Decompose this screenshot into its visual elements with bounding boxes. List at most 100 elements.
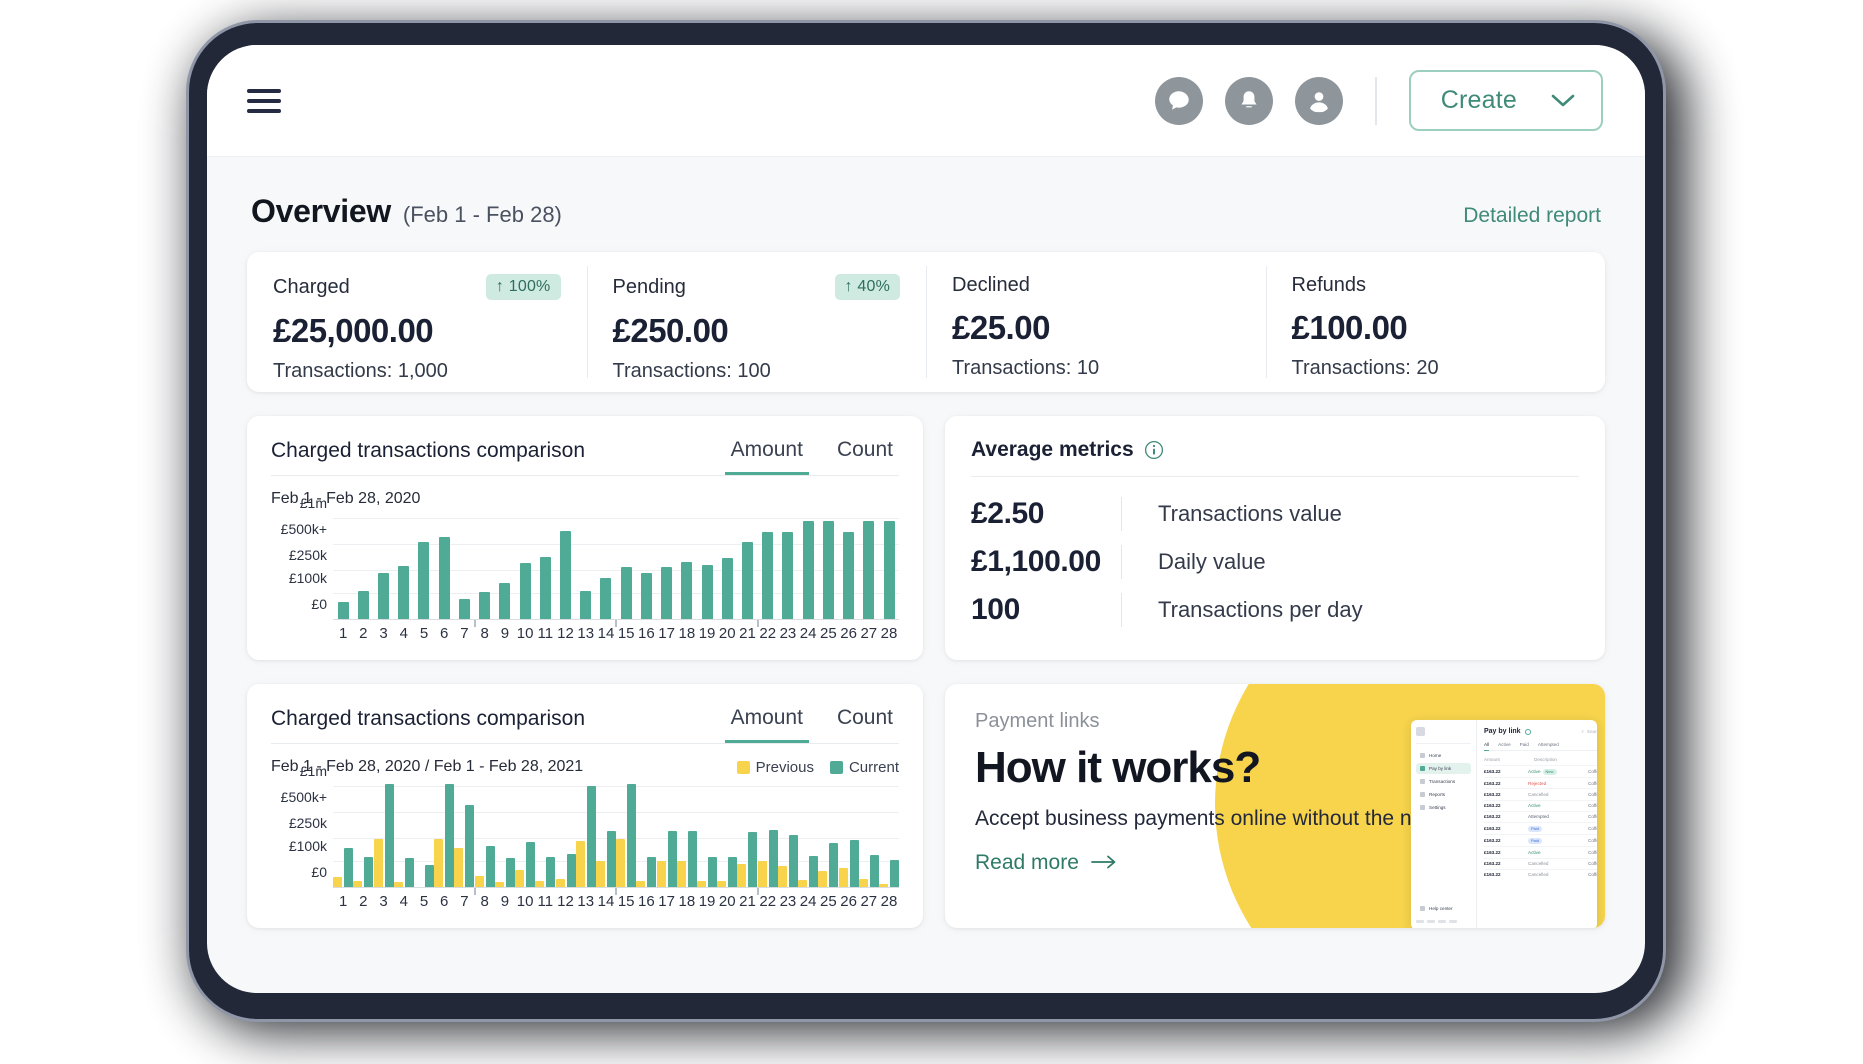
bar-current[interactable] xyxy=(883,521,895,620)
bar-current[interactable] xyxy=(505,857,515,888)
bar-current[interactable] xyxy=(829,843,839,888)
bar-group xyxy=(798,516,818,620)
bar-previous[interactable] xyxy=(737,864,747,888)
chart-x-axis-2: 1 2 3 4 5 6 7 8 9 10 11 12 13 14 15 16 17 18 19 20 21 22 23 24 2… xyxy=(333,893,899,910)
bar-current[interactable] xyxy=(404,857,414,888)
bar-current[interactable] xyxy=(728,856,738,888)
bell-icon[interactable] xyxy=(1224,76,1273,125)
status-badge: ↑ 100% xyxy=(485,274,561,300)
bar-current[interactable] xyxy=(600,578,612,620)
bar-current[interactable] xyxy=(458,599,470,620)
bar-current[interactable] xyxy=(566,853,576,888)
y-axis-tick: £500k+ xyxy=(280,521,327,538)
bar-previous[interactable] xyxy=(838,868,848,888)
bar-current[interactable] xyxy=(782,531,794,620)
bar-previous[interactable] xyxy=(575,841,585,888)
bar-previous[interactable] xyxy=(818,871,828,888)
bar-current[interactable] xyxy=(661,566,673,620)
bar-previous[interactable] xyxy=(373,839,383,888)
metric-row: £2.50 Transactions value xyxy=(971,496,1579,531)
tab-count[interactable]: Count xyxy=(831,438,899,475)
bar-previous[interactable] xyxy=(454,848,464,888)
bar-current[interactable] xyxy=(748,831,758,888)
search-icon: ⌕ xyxy=(1581,729,1584,734)
user-avatar-icon[interactable] xyxy=(1294,76,1343,125)
chart-card-comparison: Charged transactions comparison Amount C… xyxy=(247,684,923,928)
hamburger-icon[interactable] xyxy=(247,83,281,119)
info-icon[interactable] xyxy=(1144,440,1164,460)
bar-current[interactable] xyxy=(526,842,536,888)
bar-previous[interactable] xyxy=(757,860,767,888)
bar-current[interactable] xyxy=(384,784,394,888)
x-axis-tick: 7 xyxy=(460,893,469,910)
bar-previous[interactable] xyxy=(676,860,686,888)
x-axis-tick: 12 xyxy=(557,893,574,910)
bar-current[interactable] xyxy=(681,561,693,620)
bar-current[interactable] xyxy=(418,542,430,620)
bar-current[interactable] xyxy=(843,531,855,620)
bar-previous[interactable] xyxy=(616,839,626,888)
bar-current[interactable] xyxy=(627,784,637,888)
bar-current[interactable] xyxy=(869,854,879,888)
bar-current[interactable] xyxy=(640,573,652,620)
bar-current[interactable] xyxy=(465,804,475,888)
bar-current[interactable] xyxy=(378,573,390,620)
create-button[interactable]: Create xyxy=(1408,70,1603,131)
bar-current[interactable] xyxy=(788,834,798,888)
bar-current[interactable] xyxy=(485,846,495,888)
bar-current[interactable] xyxy=(822,521,834,620)
bar-current[interactable] xyxy=(539,556,551,620)
bar-current[interactable] xyxy=(560,530,572,620)
bar-group xyxy=(413,784,434,888)
tab-amount[interactable]: Amount xyxy=(724,438,809,475)
bar-current[interactable] xyxy=(519,562,531,620)
bar-current[interactable] xyxy=(445,784,455,888)
bar-group xyxy=(373,784,394,888)
bar-current[interactable] xyxy=(708,856,718,888)
bar-current[interactable] xyxy=(701,564,713,620)
tab-count[interactable]: Count xyxy=(831,706,899,743)
bar-current[interactable] xyxy=(398,565,410,620)
legend-item-previous: Previous xyxy=(736,759,814,776)
bar-current[interactable] xyxy=(863,521,875,620)
bar-current[interactable] xyxy=(802,521,814,620)
bar-current[interactable] xyxy=(344,848,354,888)
bar-current[interactable] xyxy=(721,557,733,620)
bar-current[interactable] xyxy=(337,602,349,620)
bar-current[interactable] xyxy=(357,590,369,620)
bar-current[interactable] xyxy=(647,856,657,888)
bar-current[interactable] xyxy=(606,830,616,888)
promo-card-payment-links[interactable]: Payment links How it works? Accept busin… xyxy=(945,684,1605,928)
bar-previous[interactable] xyxy=(656,860,666,888)
bar-current[interactable] xyxy=(479,591,491,620)
read-more-link[interactable]: Read more xyxy=(975,851,1117,875)
bar-current[interactable] xyxy=(768,829,778,888)
bar-current[interactable] xyxy=(620,566,632,620)
bar-previous[interactable] xyxy=(777,866,787,888)
tab-amount[interactable]: Amount xyxy=(724,706,809,743)
bar-current[interactable] xyxy=(849,840,859,888)
bar-current[interactable] xyxy=(546,856,556,888)
bar-current[interactable] xyxy=(762,531,774,620)
bar-current[interactable] xyxy=(499,582,511,620)
bar-current[interactable] xyxy=(364,856,374,888)
x-axis-tick: 21 xyxy=(739,625,756,642)
chat-icon[interactable] xyxy=(1154,76,1203,125)
mockup-help-center: Help center xyxy=(1416,903,1471,914)
mockup-table-row: £163.22 Cancelled Coffee xyxy=(1484,788,1597,799)
bar-current[interactable] xyxy=(438,536,450,620)
bar-current[interactable] xyxy=(687,830,697,888)
bar-current[interactable] xyxy=(586,786,596,888)
bar-current[interactable] xyxy=(741,542,753,620)
bar-current[interactable] xyxy=(890,859,900,888)
bar-previous[interactable] xyxy=(595,860,605,888)
bar-current[interactable] xyxy=(667,830,677,888)
bar-current[interactable] xyxy=(809,855,819,888)
detailed-report-link[interactable]: Detailed report xyxy=(1463,204,1601,228)
legend-item-current: Current xyxy=(829,759,899,776)
bar-current[interactable] xyxy=(580,590,592,620)
bar-previous[interactable] xyxy=(515,870,525,888)
bar-current[interactable] xyxy=(424,865,434,888)
bar-previous[interactable] xyxy=(434,839,444,888)
x-axis-tick: 14 xyxy=(597,893,615,910)
